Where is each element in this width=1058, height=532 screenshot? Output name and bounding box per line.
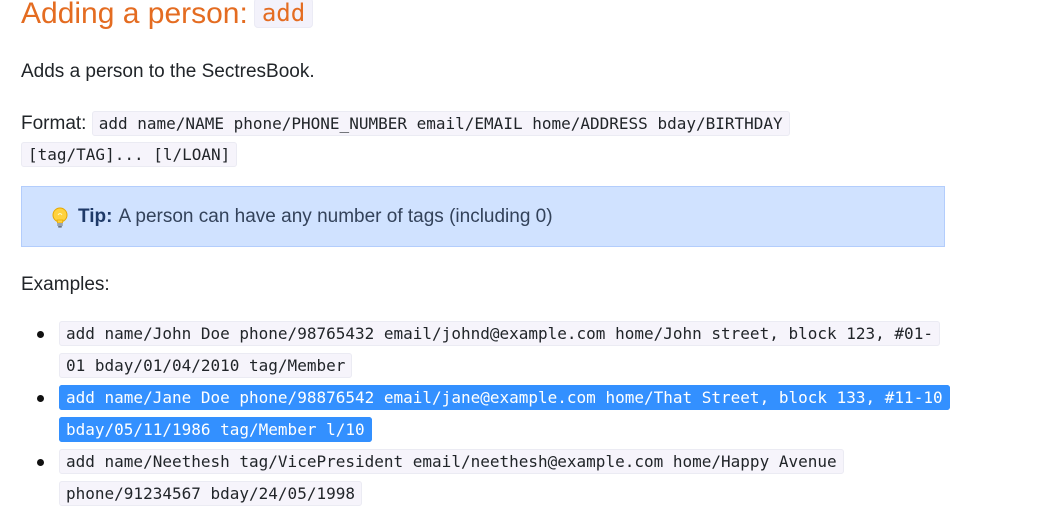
tip-box: Tip: A person can have any number of tag… — [21, 186, 945, 247]
heading-command-code: add — [253, 0, 314, 28]
example-code: add name/John Doe phone/98765432 email/j… — [59, 321, 940, 378]
format-syntax-code: add name/NAME phone/PHONE_NUMBER email/E… — [21, 111, 790, 167]
bullet-icon — [37, 395, 44, 402]
section-heading: Adding a person: add — [21, 0, 314, 37]
example-code-selected: add name/Jane Doe phone/98876542 email/j… — [59, 385, 950, 442]
intro-text: Adds a person to the SectresBook. — [21, 61, 315, 82]
examples-list: add name/John Doe phone/98765432 email/j… — [21, 318, 1051, 510]
example-code: add name/Neethesh tag/VicePresident emai… — [59, 449, 844, 506]
lightbulb-icon — [52, 207, 68, 229]
format-label: Format: — [21, 113, 87, 134]
list-item: add name/Jane Doe phone/98876542 email/j… — [21, 382, 1051, 446]
list-item: add name/John Doe phone/98765432 email/j… — [21, 318, 1051, 382]
bullet-icon — [37, 459, 44, 466]
bullet-icon — [37, 331, 44, 338]
examples-label: Examples: — [21, 274, 110, 295]
list-item: add name/Neethesh tag/VicePresident emai… — [21, 446, 1051, 510]
heading-title: Adding a person: — [21, 0, 248, 30]
tip-label: Tip: — [78, 205, 113, 227]
format-line: Format: add name/NAME phone/PHONE_NUMBER… — [21, 108, 881, 170]
tip-text: A person can have any number of tags (in… — [118, 205, 553, 227]
